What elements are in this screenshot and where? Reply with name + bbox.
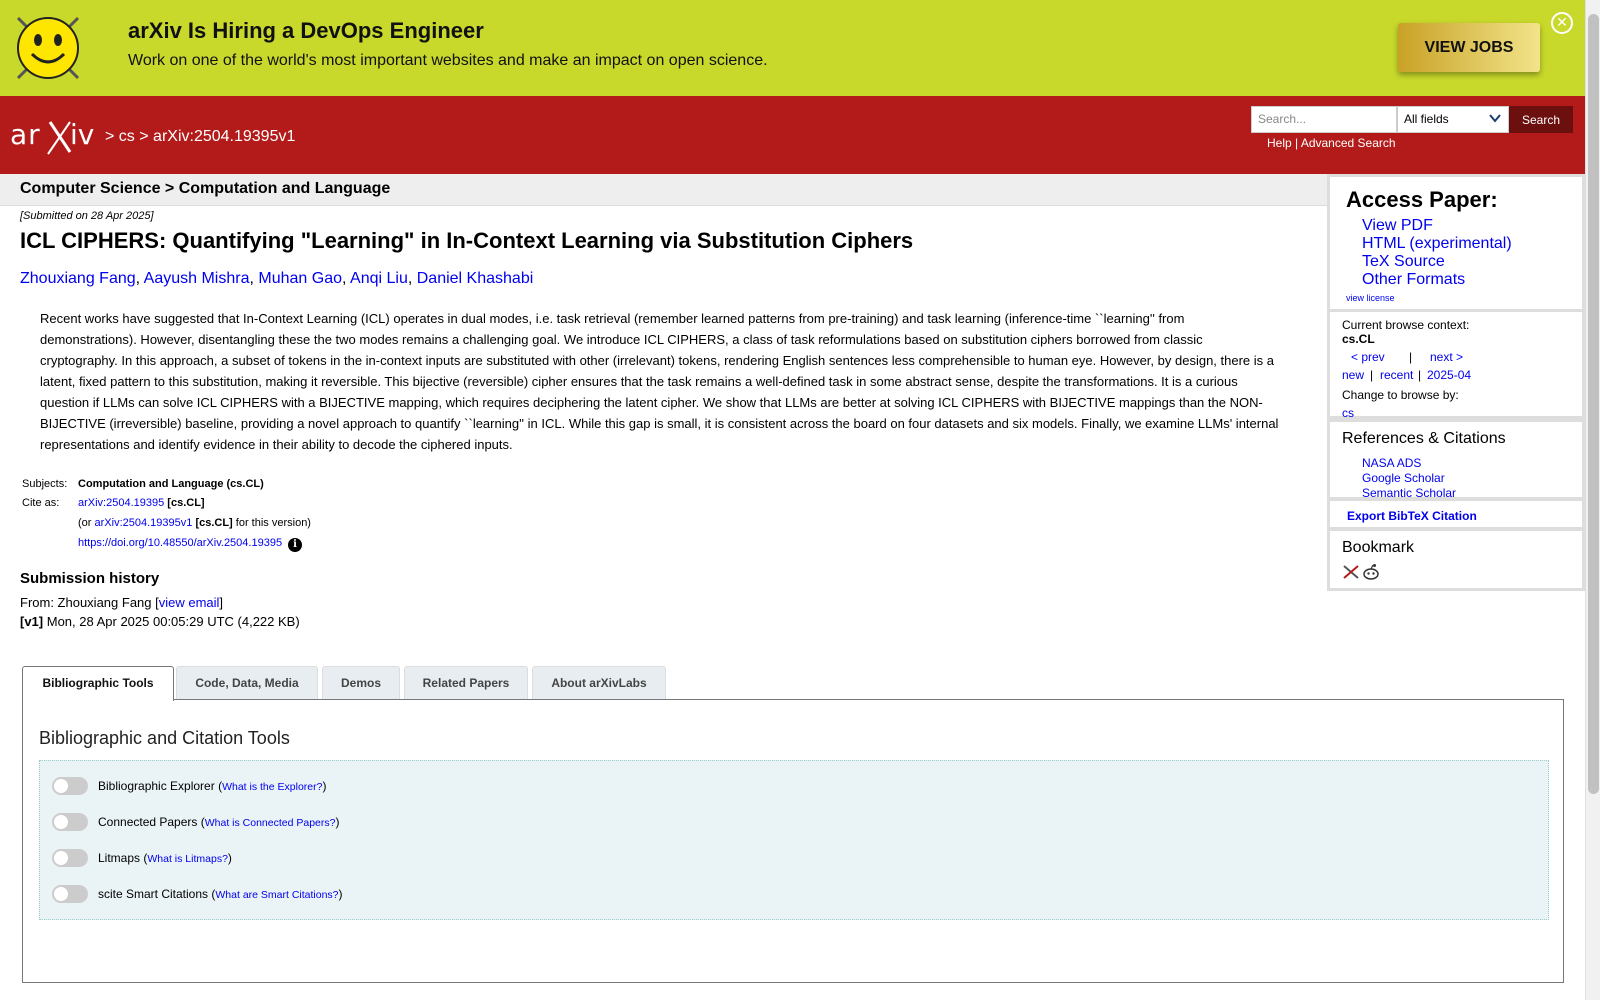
recent-link[interactable]: recent <box>1380 368 1413 382</box>
category-header: Computer Science > Computation and Langu… <box>0 174 1328 206</box>
help-link[interactable]: Help <box>1267 136 1292 150</box>
author-link[interactable]: Zhouxiang Fang <box>20 270 136 287</box>
search-input[interactable]: Search... <box>1251 106 1397 133</box>
subjects-label: Subjects: <box>22 478 68 490</box>
tool-info-link[interactable]: What are Smart Citations? <box>215 889 338 901</box>
chevron-down-icon <box>1489 114 1501 123</box>
site-header: ar iv > cs > arXiv:2504.19395v1 Search..… <box>0 96 1585 174</box>
new-link[interactable]: new <box>1342 368 1364 382</box>
category-title: Computer Science > Computation and Langu… <box>20 180 391 197</box>
tab-related-papers[interactable]: Related Papers <box>404 666 528 700</box>
submission-from: From: Zhouxiang Fang [view email] <box>20 595 224 610</box>
cite-id-link[interactable]: arXiv:2504.19395 <box>78 497 164 509</box>
breadcrumb-cs[interactable]: cs <box>119 128 135 145</box>
cite-label: Cite as: <box>22 497 60 509</box>
smiley-icon <box>16 16 80 80</box>
author-link[interactable]: Anqi Liu <box>350 270 408 287</box>
context-label: Current browse context: <box>1342 318 1470 332</box>
browse-cs-link[interactable]: cs <box>1342 406 1354 420</box>
html-link[interactable]: HTML (experimental) <box>1362 235 1512 253</box>
view-email-link[interactable]: view email <box>159 595 220 610</box>
references-title: References & Citations <box>1342 430 1506 447</box>
other-formats-link[interactable]: Other Formats <box>1362 271 1465 289</box>
hiring-banner: arXiv Is Hiring a DevOps Engineer Work o… <box>0 0 1585 96</box>
tool-info-link[interactable]: What is the Explorer? <box>222 781 322 793</box>
search-field-select[interactable]: All fields <box>1397 106 1509 133</box>
toggle-switch[interactable] <box>52 885 88 903</box>
tab-about-arxivlabs[interactable]: About arXivLabs <box>532 666 666 700</box>
search-button[interactable]: Search <box>1509 106 1573 133</box>
info-icon[interactable]: i <box>288 538 303 552</box>
svg-text:iv: iv <box>70 118 94 151</box>
bibtex-block: Export BibTeX Citation <box>1330 501 1582 527</box>
change-browse-label: Change to browse by: <box>1342 388 1459 402</box>
toggle-switch[interactable] <box>52 813 88 831</box>
bookmark-title: Bookmark <box>1342 539 1415 556</box>
abstract: Recent works have suggested that In-Cont… <box>40 311 1279 452</box>
cite-line: arXiv:2504.19395 [cs.CL] <box>78 497 205 509</box>
toggle-switch[interactable] <box>52 849 88 867</box>
access-title: Access Paper: <box>1346 187 1498 212</box>
tool-info-link[interactable]: What is Litmaps? <box>147 853 228 865</box>
version-label[interactable]: [v1] <box>20 614 43 629</box>
view-jobs-button[interactable]: VIEW JOBS <box>1398 23 1540 72</box>
tool-info-link[interactable]: What is Connected Papers? <box>205 817 336 829</box>
submission-history-title: Submission history <box>20 570 160 587</box>
search-links: Help | Advanced Search <box>1267 136 1396 150</box>
tab-bibliographic-tools[interactable]: Bibliographic Tools <box>22 666 174 701</box>
google-scholar-link[interactable]: Google Scholar <box>1362 471 1445 485</box>
bibsonomy-icon[interactable] <box>1342 563 1360 581</box>
author-link[interactable]: Aayush Mishra <box>144 270 250 287</box>
banner-subtitle: Work on one of the world's most importan… <box>128 52 768 69</box>
tools-title: Bibliographic and Citation Tools <box>39 728 290 748</box>
browse-context-block: Current browse context: cs.CL < prev | n… <box>1330 312 1582 420</box>
toggle-switch[interactable] <box>52 777 88 795</box>
tex-source-link[interactable]: TeX Source <box>1362 253 1445 271</box>
doi-line: https://doi.org/10.48550/arXiv.2504.1939… <box>78 537 303 552</box>
export-bibtex-link[interactable]: Export BibTeX Citation <box>1347 509 1477 523</box>
view-pdf-link[interactable]: View PDF <box>1362 217 1433 235</box>
submitted-date: [Submitted on 28 Apr 2025] <box>20 210 154 222</box>
paper-title: ICL CIPHERS: Quantifying "Learning" in I… <box>20 228 914 253</box>
bookmark-block: Bookmark <box>1330 531 1582 588</box>
sidebar: Access Paper: View PDF HTML (experimenta… <box>1327 174 1585 591</box>
reddit-icon[interactable] <box>1362 563 1380 581</box>
close-banner-icon[interactable]: ✕ <box>1551 12 1573 34</box>
month-link[interactable]: 2025-04 <box>1427 368 1471 382</box>
tab-code-data-media[interactable]: Code, Data, Media <box>176 666 318 700</box>
arxiv-logo[interactable]: ar iv <box>10 114 102 156</box>
view-license-link[interactable]: view license <box>1346 293 1395 303</box>
breadcrumb: > cs > arXiv:2504.19395v1 <box>105 128 296 145</box>
page-scrollbar[interactable] <box>1585 0 1600 1000</box>
breadcrumb-id: arXiv:2504.19395v1 <box>153 128 296 145</box>
author-list: Zhouxiang Fang, Aayush Mishra, Muhan Gao… <box>20 270 534 287</box>
tab-demos[interactable]: Demos <box>322 666 400 700</box>
semantic-scholar-link[interactable]: Semantic Scholar <box>1362 486 1456 500</box>
prev-link[interactable]: < prev <box>1351 350 1385 364</box>
banner-title: arXiv Is Hiring a DevOps Engineer <box>128 18 484 43</box>
scrollbar-thumb[interactable] <box>1588 14 1599 794</box>
context-value: cs.CL <box>1342 332 1375 346</box>
tab-panel: Bibliographic and Citation Tools Bibliog… <box>22 699 1564 983</box>
access-paper-block: Access Paper: View PDF HTML (experimenta… <box>1330 177 1582 309</box>
doi-link[interactable]: https://doi.org/10.48550/arXiv.2504.1939… <box>78 537 282 549</box>
tools-list: Bibliographic Explorer (What is the Expl… <box>39 760 1549 920</box>
references-block: References & Citations NASA ADS Google S… <box>1330 422 1582 500</box>
cite-version-line: (or arXiv:2504.19395v1 [cs.CL] for this … <box>78 517 311 529</box>
author-link[interactable]: Daniel Khashabi <box>417 270 534 287</box>
nasa-ads-link[interactable]: NASA ADS <box>1362 456 1421 470</box>
subjects-value: Computation and Language (cs.CL) <box>78 478 264 490</box>
advanced-search-link[interactable]: Advanced Search <box>1301 136 1396 150</box>
author-link[interactable]: Muhan Gao <box>258 270 342 287</box>
cite-version-link[interactable]: arXiv:2504.19395v1 <box>95 517 193 529</box>
submission-v1: [v1] Mon, 28 Apr 2025 00:05:29 UTC (4,22… <box>20 614 300 629</box>
next-link[interactable]: next > <box>1430 350 1463 364</box>
svg-text:ar: ar <box>10 118 41 151</box>
